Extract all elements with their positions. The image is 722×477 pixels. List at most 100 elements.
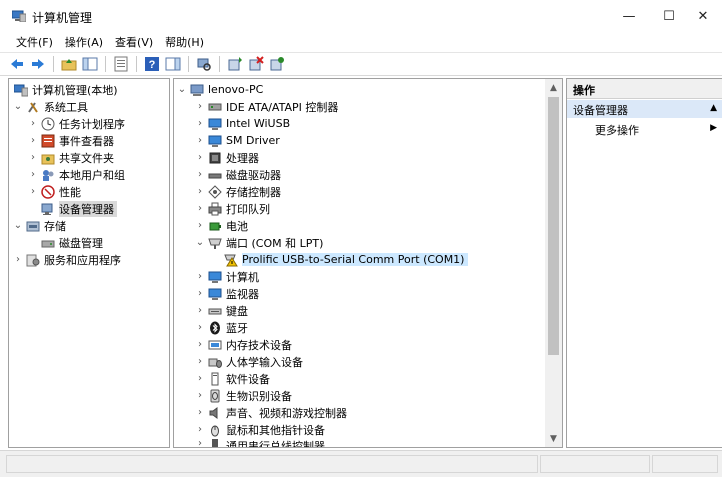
memory-icon xyxy=(208,338,222,352)
collapse-triangle-icon[interactable]: ▲ xyxy=(710,103,717,113)
close-button[interactable]: ✕ xyxy=(680,0,722,32)
tree-item-local-users-groups[interactable]: › 本地用户和组 xyxy=(27,166,125,183)
tree-item-ide-controller[interactable]: › IDE ATA/ATAPI 控制器 xyxy=(194,98,338,115)
tree-item-disk-management[interactable]: 磁盘管理 xyxy=(39,234,103,251)
tree-item-batteries[interactable]: › 电池 xyxy=(194,217,248,234)
clock-icon xyxy=(41,117,55,131)
enable-device-button[interactable] xyxy=(268,55,286,73)
help-button[interactable]: ? xyxy=(143,55,161,73)
tree-item-task-scheduler[interactable]: › 任务计划程序 xyxy=(27,115,125,132)
uninstall-device-button[interactable] xyxy=(247,55,265,73)
tree-item-services-applications[interactable]: › 服务和应用程序 xyxy=(12,251,121,268)
tree-item-device-manager[interactable]: 设备管理器 xyxy=(39,200,117,217)
chevron-right-icon[interactable]: › xyxy=(194,305,206,316)
menu-action[interactable]: 操作(A) xyxy=(59,32,109,52)
tree-item-print-queues[interactable]: › 打印队列 xyxy=(194,200,270,217)
chevron-right-icon[interactable]: › xyxy=(27,152,39,163)
chevron-right-icon[interactable]: › xyxy=(194,203,206,214)
chevron-right-icon[interactable]: › xyxy=(194,390,206,401)
scroll-down-arrow-icon[interactable]: ▼ xyxy=(545,430,562,447)
tree-item-bluetooth[interactable]: › 蓝牙 xyxy=(194,319,248,336)
scrollbar-thumb[interactable] xyxy=(548,97,559,355)
toolbar: ? xyxy=(0,52,722,76)
chevron-right-icon[interactable]: › xyxy=(194,118,206,129)
chevron-right-icon[interactable]: › xyxy=(194,373,206,384)
menu-help[interactable]: 帮助(H) xyxy=(159,32,210,52)
properties-icon xyxy=(114,56,128,72)
chevron-right-icon[interactable]: › xyxy=(194,407,206,418)
chevron-right-icon[interactable]: › xyxy=(27,118,39,129)
tree-item-monitors[interactable]: › 监视器 xyxy=(194,285,259,302)
chevron-right-icon[interactable]: › xyxy=(194,169,206,180)
update-driver-button[interactable] xyxy=(226,55,244,73)
tree-item-shared-folders[interactable]: › 共享文件夹 xyxy=(27,149,114,166)
toolbar-separator xyxy=(105,56,106,72)
tree-item-computer-management[interactable]: 计算机管理(本地) xyxy=(12,81,118,98)
tree-item-prolific-com1[interactable]: Prolific USB-to-Serial Comm Port (COM1) xyxy=(222,251,469,268)
menu-view[interactable]: 查看(V) xyxy=(109,32,159,52)
chevron-right-icon[interactable]: › xyxy=(194,271,206,282)
chevron-right-icon[interactable]: › xyxy=(194,288,206,299)
chevron-right-icon[interactable]: › xyxy=(194,424,206,435)
tree-item-memory-technology[interactable]: › 内存技术设备 xyxy=(194,336,292,353)
show-action-pane-button[interactable] xyxy=(164,55,182,73)
tree-item-processors[interactable]: › 处理器 xyxy=(194,149,259,166)
chevron-right-icon[interactable]: › xyxy=(27,186,39,197)
show-hide-tree-button[interactable] xyxy=(81,55,99,73)
tree-item-event-viewer[interactable]: › 事件查看器 xyxy=(27,132,114,149)
tree-item-software-devices[interactable]: › 软件设备 xyxy=(194,370,270,387)
disk-drive-icon xyxy=(208,168,222,182)
chevron-right-icon[interactable]: › xyxy=(194,220,206,231)
chevron-right-icon[interactable]: › xyxy=(194,339,206,350)
chevron-down-icon[interactable]: ⌄ xyxy=(194,237,206,248)
printer-icon xyxy=(208,202,222,216)
tree-label: 本地用户和组 xyxy=(59,168,125,182)
chevron-right-icon[interactable]: › xyxy=(12,254,24,265)
more-actions-item[interactable]: 更多操作 ▶ xyxy=(567,120,722,138)
forward-button[interactable] xyxy=(29,55,47,73)
chevron-right-icon[interactable]: › xyxy=(194,135,206,146)
chevron-right-icon[interactable]: › xyxy=(194,152,206,163)
tree-item-keyboards[interactable]: › 键盘 xyxy=(194,302,248,319)
chevron-down-icon[interactable]: ⌄ xyxy=(12,220,24,231)
vertical-scrollbar[interactable]: ▲ ▼ xyxy=(545,79,562,447)
tree-item-system-tools[interactable]: ⌄ 系统工具 xyxy=(12,98,88,115)
tree-item-biometric[interactable]: › 生物识别设备 xyxy=(194,387,292,404)
action-pane-icon xyxy=(165,57,181,71)
tree-item-intel-wiusb[interactable]: › Intel WiUSB xyxy=(194,115,290,132)
tree-item-sm-driver[interactable]: › SM Driver xyxy=(194,132,280,149)
tree-item-storage-controllers[interactable]: › 存储控制器 xyxy=(194,183,281,200)
close-icon: ✕ xyxy=(697,8,709,24)
tree-label: SM Driver xyxy=(226,134,280,147)
tree-item-disk-drives[interactable]: › 磁盘驱动器 xyxy=(194,166,281,183)
chevron-right-icon[interactable]: › xyxy=(194,101,206,112)
tree-item-mice[interactable]: › 鼠标和其他指针设备 xyxy=(194,421,325,438)
actions-section-device-manager[interactable]: 设备管理器 ▲ xyxy=(567,100,722,118)
properties-button[interactable] xyxy=(112,55,130,73)
chevron-right-icon[interactable]: › xyxy=(194,322,206,333)
tree-item-lenovo-pc[interactable]: ⌄ lenovo-PC xyxy=(176,81,263,98)
tree-item-performance[interactable]: › 性能 xyxy=(27,183,81,200)
chevron-right-icon[interactable]: › xyxy=(27,135,39,146)
scan-hardware-button[interactable] xyxy=(195,55,213,73)
tree-item-usb-controllers[interactable]: › 通用串行总线控制器 xyxy=(194,438,325,447)
tree-item-computer[interactable]: › 计算机 xyxy=(194,268,259,285)
tree-label: 事件查看器 xyxy=(59,134,114,148)
tree-item-sound-video[interactable]: › 声音、视频和游戏控制器 xyxy=(194,404,347,421)
tree-item-ports[interactable]: ⌄ 端口 (COM 和 LPT) xyxy=(194,234,324,251)
chevron-right-icon[interactable]: › xyxy=(27,169,39,180)
chevron-down-icon[interactable]: ⌄ xyxy=(12,101,24,112)
chevron-right-icon[interactable]: › xyxy=(194,356,206,367)
chevron-down-icon[interactable]: ⌄ xyxy=(176,84,188,95)
back-button[interactable] xyxy=(8,55,26,73)
chevron-right-icon[interactable]: › xyxy=(194,438,206,447)
computer-management-icon xyxy=(14,83,28,97)
up-folder-button[interactable] xyxy=(60,55,78,73)
menu-file[interactable]: 文件(F) xyxy=(10,32,59,52)
chevron-right-icon[interactable]: › xyxy=(194,186,206,197)
tree-item-hid[interactable]: › 人体学输入设备 xyxy=(194,353,303,370)
scroll-up-arrow-icon[interactable]: ▲ xyxy=(545,79,562,96)
tree-label: Prolific USB-to-Serial Comm Port (COM1) xyxy=(242,253,469,266)
device-manager-icon xyxy=(41,202,55,216)
tree-item-storage[interactable]: ⌄ 存储 xyxy=(12,217,66,234)
